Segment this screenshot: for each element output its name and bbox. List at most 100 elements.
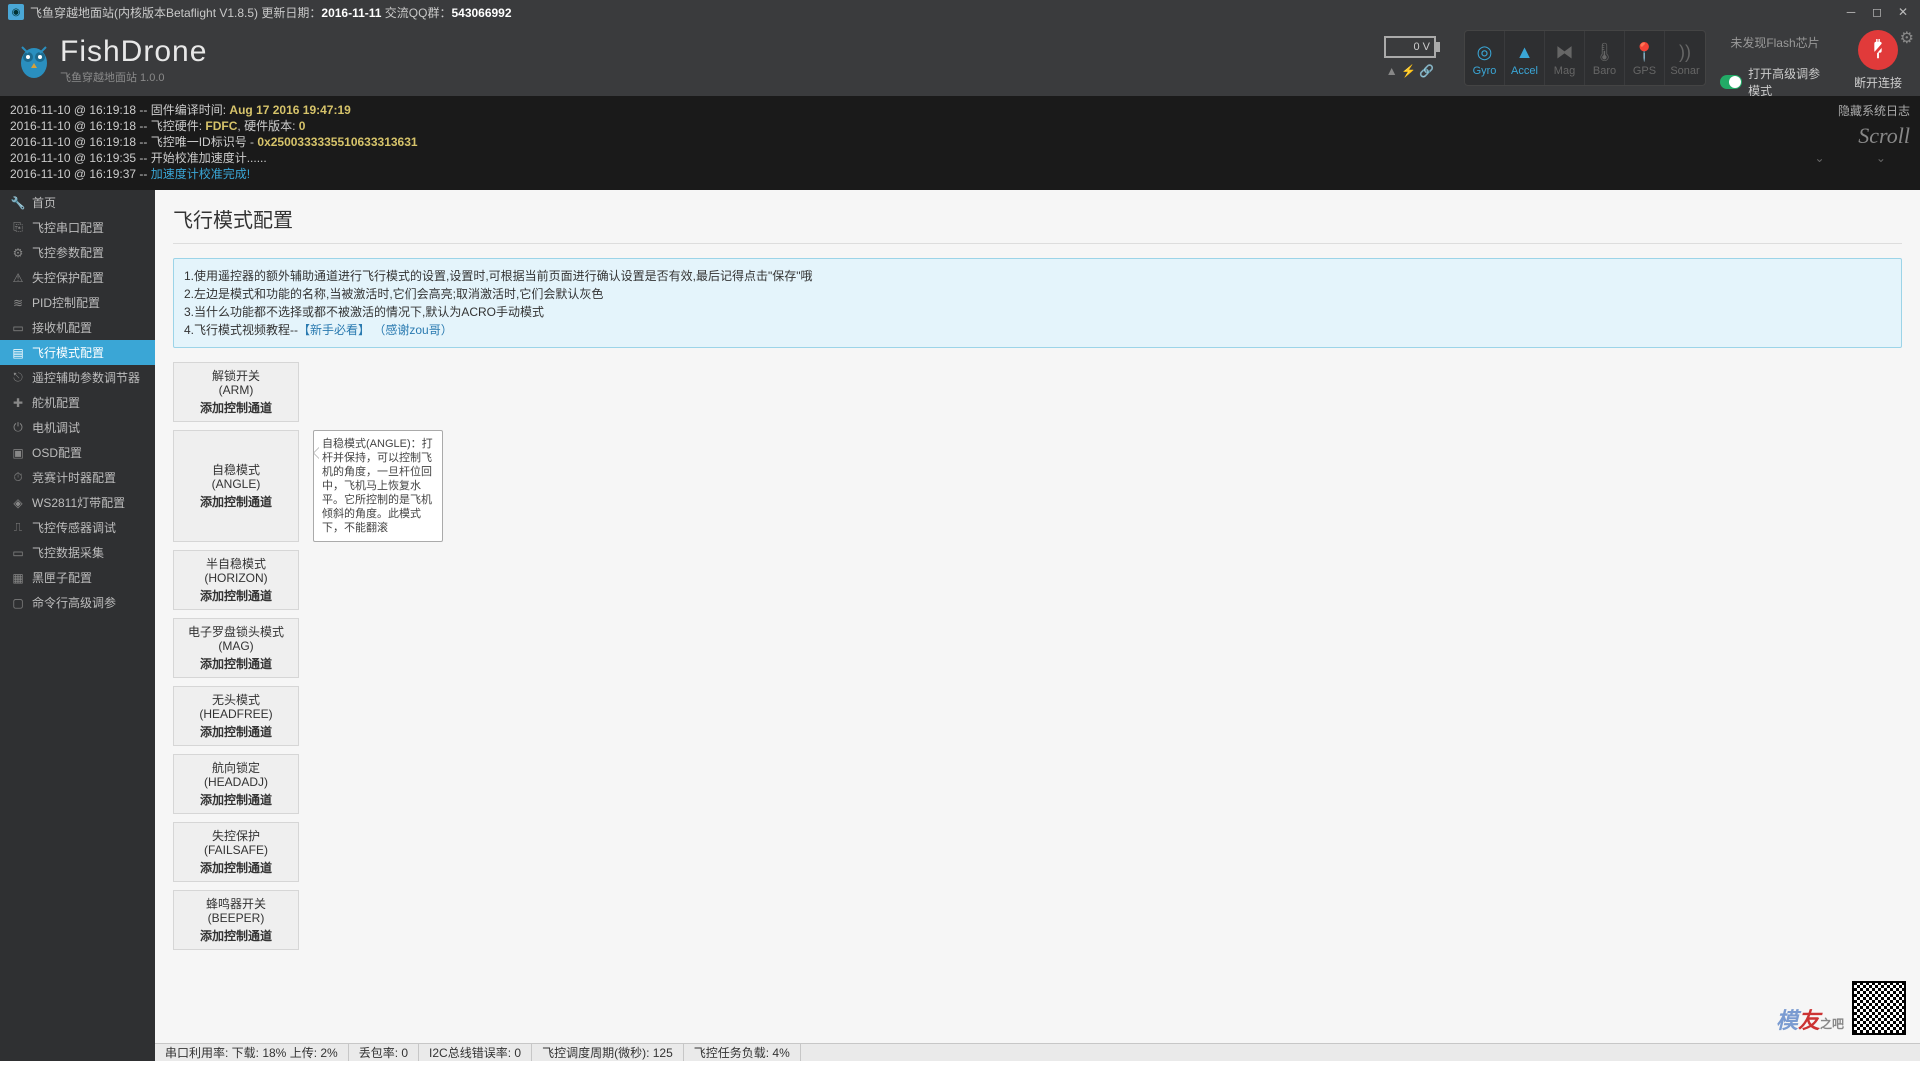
log-line: 2016-11-10 @ 16:19:35 -- 开始校准加速度计...... <box>10 150 1910 166</box>
log-line: 2016-11-10 @ 16:19:18 -- 飞控硬件: FDFC, 硬件版… <box>10 118 1910 134</box>
toggle-switch-icon[interactable] <box>1720 75 1742 89</box>
sidebar-item-8[interactable]: ✚舵机配置 <box>0 390 155 415</box>
gps-icon: 📍 <box>1633 39 1655 65</box>
sidebar-item-16[interactable]: ▢ 命令行高级调参 <box>0 590 155 615</box>
sidebar-icon: ▣ <box>10 446 26 460</box>
mode-en: (HORIZON) <box>204 571 267 585</box>
sidebar-item-10[interactable]: ▣ OSD配置 <box>0 440 155 465</box>
expert-mode-toggle[interactable]: 打开高级调参模式 <box>1720 65 1830 99</box>
mode-en: (BEEPER) <box>208 911 265 925</box>
sidebar-item-label: 接收机配置 <box>32 319 92 336</box>
sidebar-item-15[interactable]: ▦黑匣子配置 <box>0 565 155 590</box>
sidebar-item-14[interactable]: ▭飞控数据采集 <box>0 540 155 565</box>
mode-en: (HEADADJ) <box>204 775 268 789</box>
add-channel-button[interactable]: 添加控制通道 <box>200 589 272 603</box>
accel-icon: ▲ <box>1516 39 1534 65</box>
add-channel-button[interactable]: 添加控制通道 <box>200 725 272 739</box>
mode-row: 半自稳模式(HORIZON) 添加控制通道 <box>173 550 1902 610</box>
scroll-label: Scroll <box>1815 123 1910 149</box>
sidebar-item-4[interactable]: ≋ PID控制配置 <box>0 290 155 315</box>
mode-name: 半自稳模式 <box>206 557 266 571</box>
sidebar-item-11[interactable]: ⏱竞赛计时器配置 <box>0 465 155 490</box>
sidebar-icon: ✚ <box>10 396 26 410</box>
sidebar-item-3[interactable]: ⚠失控保护配置 <box>0 265 155 290</box>
add-channel-button[interactable]: 添加控制通道 <box>200 657 272 671</box>
sidebar-item-1[interactable]: ⎘飞控串口配置 <box>0 215 155 240</box>
sensor-accel: ▲Accel <box>1505 31 1545 85</box>
header: FishDrone 飞鱼穿越地面站 1.0.0 ⚙ 0 V ▲ ⚡ 🔗 ◎Gyr… <box>0 24 1920 96</box>
brand-name: FishDrone <box>60 35 207 69</box>
sidebar-item-label: PID控制配置 <box>32 294 100 311</box>
sidebar-item-9[interactable]: ⏻电机调试 <box>0 415 155 440</box>
stat-load: 飞控任务负载: 4% <box>684 1044 801 1061</box>
mode-en: (ANGLE) <box>212 477 261 491</box>
scroll-arrows-icon: ⌄ ⌄ <box>1815 151 1910 165</box>
watermark: 模友之吧 <box>1776 981 1906 1035</box>
hide-log-button[interactable]: 隐藏系统日志 <box>1815 102 1910 119</box>
page-title: 飞行模式配置 <box>173 204 1902 233</box>
close-button[interactable]: ✕ <box>1890 5 1916 19</box>
mode-row: 电子罗盘锁头模式(MAG)添加控制通道 <box>173 618 1902 678</box>
qr-code <box>1852 981 1906 1035</box>
log-panel: 2016-11-10 @ 16:19:18 -- 固件编译时间: Aug 17 … <box>0 96 1920 190</box>
add-channel-button[interactable]: 添加控制通道 <box>200 861 272 875</box>
sidebar-icon: ◈ <box>10 496 26 510</box>
sidebar-icon: ▢ <box>10 596 26 610</box>
sidebar-item-label: 失控保护配置 <box>32 269 104 286</box>
add-channel-button[interactable]: 添加控制通道 <box>200 793 272 807</box>
sidebar-item-label: OSD配置 <box>32 444 82 461</box>
mode-card-horizon: 半自稳模式(HORIZON) 添加控制通道 <box>173 550 299 610</box>
tutorial-link[interactable]: 【新手必看】 （感谢zou哥） <box>298 323 453 337</box>
sidebar-item-13[interactable]: ⎍飞控传感器调试 <box>0 515 155 540</box>
sidebar-item-7[interactable]: ⎋ 遥控辅助参数调节器 <box>0 365 155 390</box>
sidebar-icon: ⏱ <box>10 470 26 485</box>
sidebar-item-label: 遥控辅助参数调节器 <box>32 369 140 386</box>
add-channel-button[interactable]: 添加控制通道 <box>200 401 272 415</box>
maximize-button[interactable]: ◻ <box>1864 5 1890 19</box>
mode-card-beeper: 蜂鸣器开关(BEEPER) 添加控制通道 <box>173 890 299 950</box>
stat-cycle: 飞控调度周期(微秒): 125 <box>532 1044 684 1061</box>
sidebar-item-label: 首页 <box>32 194 56 211</box>
sidebar-item-2[interactable]: ⚙ 飞控参数配置 <box>0 240 155 265</box>
flash-note: 未发现Flash芯片 <box>1730 34 1819 51</box>
mode-name: 自稳模式 <box>212 463 260 477</box>
sidebar-icon: ⎋ <box>10 370 26 385</box>
mode-row: 无头模式(HEADFREE)添加控制通道 <box>173 686 1902 746</box>
sidebar-item-label: 命令行高级调参 <box>32 594 116 611</box>
sidebar-icon: ⏻ <box>10 420 26 435</box>
add-channel-button[interactable]: 添加控制通道 <box>200 495 272 509</box>
sidebar-icon: ⚙ <box>10 246 26 260</box>
mode-card-angle: 自稳模式(ANGLE) 添加控制通道 <box>173 430 299 542</box>
mode-name: 蜂鸣器开关 <box>206 897 266 911</box>
sidebar-icon: ▤ <box>10 346 26 360</box>
mode-row: 自稳模式(ANGLE) 添加控制通道 自稳模式(ANGLE)：打杆并保持，可以控制飞… <box>173 430 1902 542</box>
battery-indicator: 0 V <box>1384 36 1436 58</box>
link-icon: 🔗 <box>1419 64 1434 78</box>
mode-card-arm: 解锁开关(ARM) 添加控制通道 <box>173 362 299 422</box>
log-line: 2016-11-10 @ 16:19:18 -- 飞控唯一ID标识号 - 0x2… <box>10 134 1910 150</box>
mode-en: (ARM) <box>219 383 254 397</box>
sidebar-item-5[interactable]: ▭接收机配置 <box>0 315 155 340</box>
stat-serial: 串口利用率: 下载: 18% 上传: 2% <box>155 1044 349 1061</box>
sidebar-item-label: 飞控传感器调试 <box>32 519 116 536</box>
mode-name: 解锁开关 <box>212 369 260 383</box>
add-channel-button[interactable]: 添加控制通道 <box>200 929 272 943</box>
minimize-button[interactable]: ─ <box>1838 5 1864 19</box>
sidebar-item-0[interactable]: 🔧首页 <box>0 190 155 215</box>
mode-en: (HEADFREE) <box>199 707 272 721</box>
sidebar-item-12[interactable]: ◈WS2811灯带配置 <box>0 490 155 515</box>
mode-row: 蜂鸣器开关(BEEPER) 添加控制通道 <box>173 890 1902 950</box>
mode-name: 失控保护 <box>212 829 260 843</box>
sidebar-item-label: 飞控参数配置 <box>32 244 104 261</box>
mode-tooltip: 自稳模式(ANGLE)：打杆并保持，可以控制飞机的角度，一旦杆位回中，飞机马上恢… <box>313 430 443 542</box>
notice-box: 1.使用遥控器的额外辅助通道进行飞行模式的设置,设置时,可根据当前页面进行确认设… <box>173 258 1902 348</box>
sidebar-item-6[interactable]: ▤飞行模式配置 <box>0 340 155 365</box>
disconnect-button[interactable] <box>1858 30 1898 70</box>
title-text: 飞鱼穿越地面站(内核版本Betaflight V1.8.5) 更新日期：2016… <box>30 4 512 21</box>
stat-packet: 丢包率: 0 <box>349 1044 419 1061</box>
sidebar-icon: ≋ <box>10 296 26 310</box>
sensor-sonar: ))Sonar <box>1665 31 1705 85</box>
app-icon: ◉ <box>8 4 24 20</box>
bolt-icon: ⚡ <box>1401 64 1416 78</box>
brand-owl-icon <box>16 39 52 81</box>
